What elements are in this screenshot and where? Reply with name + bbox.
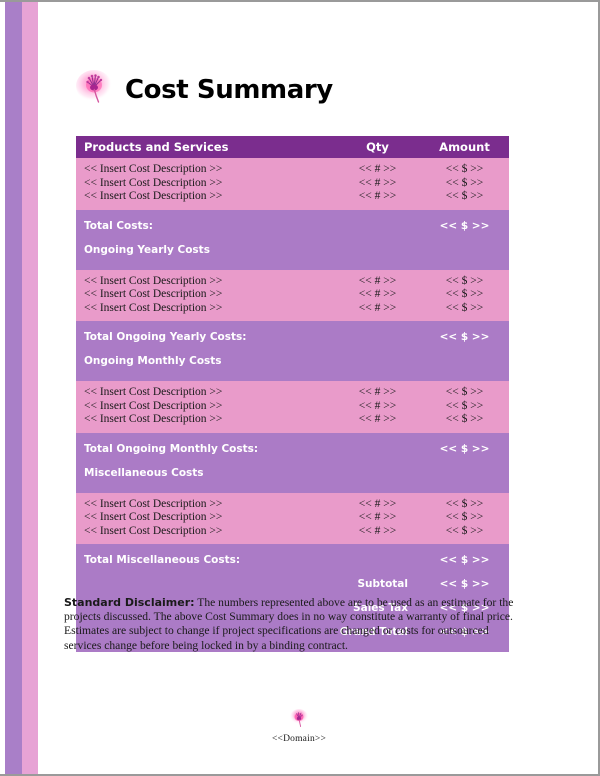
cell-amount[interactable]: << $ >> — [420, 301, 509, 321]
cost-summary-table: Products and Services Qty Amount << Inse… — [76, 136, 509, 652]
section-total-row: Total Ongoing Monthly Costs: << $ >> — [76, 432, 509, 461]
cell-amount[interactable]: << $ >> — [420, 158, 509, 177]
total-label: Total Costs: — [76, 209, 420, 238]
stripe-band-purple — [5, 2, 22, 774]
total-amount[interactable]: << $ >> — [420, 432, 509, 461]
standard-disclaimer: Standard Disclaimer: The numbers represe… — [64, 596, 520, 653]
cell-description[interactable]: << Insert Cost Description >> — [76, 301, 335, 321]
section-heading: Miscellaneous Costs — [76, 460, 509, 493]
total-amount[interactable]: << $ >> — [420, 321, 509, 349]
table-row[interactable]: << Insert Cost Description >> << # >> <<… — [76, 190, 509, 210]
cell-description[interactable]: << Insert Cost Description >> — [76, 492, 335, 511]
table-row[interactable]: << Insert Cost Description >> << # >> <<… — [76, 399, 509, 413]
subtotal-amount[interactable]: << $ >> — [420, 572, 509, 596]
subtotal-label: Subtotal — [76, 572, 420, 596]
section-heading-row: Miscellaneous Costs — [76, 460, 509, 493]
cell-qty[interactable]: << # >> — [335, 288, 420, 302]
page-title: Cost Summary — [125, 75, 333, 105]
cell-qty[interactable]: << # >> — [335, 269, 420, 288]
cell-description[interactable]: << Insert Cost Description >> — [76, 524, 335, 544]
table-row[interactable]: << Insert Cost Description >> << # >> <<… — [76, 492, 509, 511]
disclaimer-heading: Standard Disclaimer: — [64, 596, 195, 609]
cell-amount[interactable]: << $ >> — [420, 413, 509, 433]
table-header-row: Products and Services Qty Amount — [76, 136, 509, 158]
section-heading: Ongoing Monthly Costs — [76, 349, 509, 381]
total-label: Total Ongoing Monthly Costs: — [76, 432, 420, 461]
section-heading: Ongoing Yearly Costs — [76, 237, 509, 270]
decorative-left-stripe — [0, 2, 40, 774]
document-header: Cost Summary — [76, 68, 333, 112]
table-row[interactable]: << Insert Cost Description >> << # >> <<… — [76, 511, 509, 525]
section-total-row: Total Ongoing Yearly Costs: << $ >> — [76, 321, 509, 349]
cell-amount[interactable]: << $ >> — [420, 381, 509, 400]
table-row[interactable]: << Insert Cost Description >> << # >> <<… — [76, 288, 509, 302]
stripe-band-pink — [22, 2, 38, 774]
document-footer: <<Domain>> — [0, 708, 598, 744]
cell-description[interactable]: << Insert Cost Description >> — [76, 190, 335, 210]
cell-description[interactable]: << Insert Cost Description >> — [76, 288, 335, 302]
cell-amount[interactable]: << $ >> — [420, 511, 509, 525]
section-total-row: Total Costs: << $ >> — [76, 209, 509, 238]
cell-amount[interactable]: << $ >> — [420, 288, 509, 302]
table-row[interactable]: << Insert Cost Description >> << # >> <<… — [76, 158, 509, 177]
cell-qty[interactable]: << # >> — [335, 190, 420, 210]
cell-amount[interactable]: << $ >> — [420, 269, 509, 288]
pink-flower-bloom-icon — [76, 68, 116, 112]
total-amount[interactable]: << $ >> — [420, 544, 509, 572]
cell-qty[interactable]: << # >> — [335, 176, 420, 190]
cell-amount[interactable]: << $ >> — [420, 524, 509, 544]
total-amount[interactable]: << $ >> — [420, 209, 509, 238]
cell-qty[interactable]: << # >> — [335, 158, 420, 177]
cell-qty[interactable]: << # >> — [335, 381, 420, 400]
cell-amount[interactable]: << $ >> — [420, 399, 509, 413]
total-label: Total Ongoing Yearly Costs: — [76, 321, 420, 349]
cell-description[interactable]: << Insert Cost Description >> — [76, 381, 335, 400]
table-row[interactable]: << Insert Cost Description >> << # >> <<… — [76, 381, 509, 400]
cell-qty[interactable]: << # >> — [335, 399, 420, 413]
cell-description[interactable]: << Insert Cost Description >> — [76, 158, 335, 177]
section-heading-row: Ongoing Monthly Costs — [76, 349, 509, 381]
column-header-amount: Amount — [420, 136, 509, 158]
cell-description[interactable]: << Insert Cost Description >> — [76, 413, 335, 433]
cell-amount[interactable]: << $ >> — [420, 176, 509, 190]
cell-qty[interactable]: << # >> — [335, 301, 420, 321]
subtotal-row: Subtotal << $ >> — [76, 572, 509, 596]
cell-qty[interactable]: << # >> — [335, 524, 420, 544]
footer-domain-placeholder: <<Domain>> — [271, 734, 327, 744]
table-row[interactable]: << Insert Cost Description >> << # >> <<… — [76, 524, 509, 544]
pink-flower-bloom-icon — [288, 708, 310, 732]
table-row[interactable]: << Insert Cost Description >> << # >> <<… — [76, 269, 509, 288]
section-total-row: Total Miscellaneous Costs: << $ >> — [76, 544, 509, 572]
table-row[interactable]: << Insert Cost Description >> << # >> <<… — [76, 301, 509, 321]
document-page: Cost Summary Products and Services Qty A… — [0, 0, 600, 776]
cell-amount[interactable]: << $ >> — [420, 492, 509, 511]
section-heading-row: Ongoing Yearly Costs — [76, 237, 509, 270]
cell-description[interactable]: << Insert Cost Description >> — [76, 176, 335, 190]
column-header-qty: Qty — [335, 136, 420, 158]
column-header-description: Products and Services — [76, 136, 335, 158]
cell-qty[interactable]: << # >> — [335, 492, 420, 511]
total-label: Total Miscellaneous Costs: — [76, 544, 420, 572]
cell-amount[interactable]: << $ >> — [420, 190, 509, 210]
cell-qty[interactable]: << # >> — [335, 511, 420, 525]
table-row[interactable]: << Insert Cost Description >> << # >> <<… — [76, 413, 509, 433]
cell-description[interactable]: << Insert Cost Description >> — [76, 511, 335, 525]
table-row[interactable]: << Insert Cost Description >> << # >> <<… — [76, 176, 509, 190]
cell-qty[interactable]: << # >> — [335, 413, 420, 433]
cell-description[interactable]: << Insert Cost Description >> — [76, 399, 335, 413]
cell-description[interactable]: << Insert Cost Description >> — [76, 269, 335, 288]
